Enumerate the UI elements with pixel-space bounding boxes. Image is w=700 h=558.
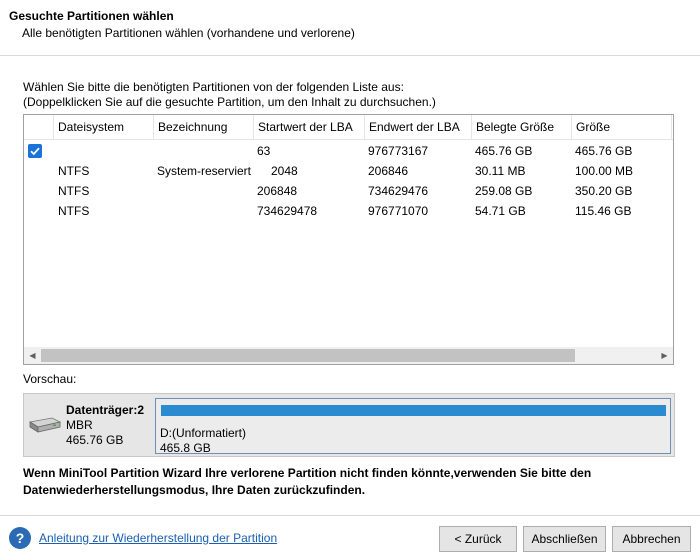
cell-used: 54.71 GB [475,204,526,218]
wizard-header: Gesuchte Partitionen wählen Alle benötig… [0,0,700,56]
cell-used: 30.11 MB [475,164,526,178]
cell-end-lba: 734629476 [368,184,429,198]
partition-label: D:(Unformatiert) [160,426,247,440]
page-title: Gesuchte Partitionen wählen [9,9,174,23]
cell-start-lba: 206848 [257,184,298,198]
cell-size: 100.00 MB [575,164,634,178]
table-row[interactable]: NTFS 734629478 976771070 54.71 GB 115.46… [24,201,673,221]
scroll-left-icon[interactable]: ◀ [24,347,41,364]
column-header-label[interactable]: Bezeichnung [154,115,254,140]
list-header: Dateisystem Bezeichnung Startwert der LB… [24,115,673,140]
column-header-filesystem[interactable]: Dateisystem [54,115,154,140]
footer-divider [0,515,700,516]
column-header-size[interactable]: Größe [572,115,672,140]
cancel-button[interactable]: Abbrechen [612,526,691,552]
instruction-line-1: Wählen Sie bitte die benötigten Partitio… [23,80,404,94]
cell-filesystem: NTFS [58,184,90,198]
column-header-used[interactable]: Belegte Größe [472,115,572,140]
cell-size: 465.76 GB [575,144,633,158]
partition-usage-bar [161,405,666,416]
cell-end-lba: 976771070 [368,204,429,218]
cell-label: System-reserviert [157,164,252,178]
scrollbar-thumb[interactable] [41,349,575,362]
header-checkbox-column[interactable] [24,115,54,140]
help-link[interactable]: Anleitung zur Wiederherstellung der Part… [39,531,277,545]
recovery-warning: Wenn MiniTool Partition Wizard Ihre verl… [23,466,592,497]
disk-type: MBR [66,418,93,432]
instruction-line-2: (Doppelklicken Sie auf die gesuchte Part… [23,95,436,109]
partition-list[interactable]: Dateisystem Bezeichnung Startwert der LB… [23,114,674,365]
cell-used: 259.08 GB [475,184,533,198]
table-row[interactable]: 63 976773167 465.76 GB 465.76 GB [24,141,673,161]
cell-size: 115.46 GB [575,204,632,218]
cell-filesystem: NTFS [58,204,90,218]
cell-start-lba: 2048 [271,164,298,178]
preview-label: Vorschau: [23,372,77,386]
back-button[interactable]: < Zurück [439,526,517,552]
table-row[interactable]: NTFS 206848 734629476 259.08 GB 350.20 G… [24,181,673,201]
disk-size: 465.76 GB [66,433,124,447]
cell-size: 350.20 GB [575,184,633,198]
column-header-end-lba[interactable]: Endwert der LBA [365,115,472,140]
partition-size: 465.8 GB [160,441,211,455]
table-row[interactable]: NTFS System-reserviert 2048 206846 30.11… [24,161,673,181]
cell-start-lba: 63 [257,144,271,158]
cell-end-lba: 976773167 [368,144,429,158]
question-icon[interactable]: ? [9,527,31,549]
hard-disk-icon [28,417,62,433]
cell-start-lba: 734629478 [257,204,318,218]
finish-button[interactable]: Abschließen [523,526,606,552]
disk-preview: Datenträger:2 MBR 465.76 GB D:(Unformati… [23,393,675,457]
check-icon [30,147,40,156]
partition-block[interactable]: D:(Unformatiert) 465.8 GB [155,398,671,455]
page-subtitle: Alle benötigten Partitionen wählen (vorh… [22,26,355,40]
horizontal-scrollbar[interactable]: ◀ ▶ [24,347,673,364]
column-header-start-lba[interactable]: Startwert der LBA [254,115,365,140]
disk-name: Datenträger:2 [66,403,145,417]
cell-end-lba: 206846 [368,164,409,178]
row-checkbox[interactable] [28,144,42,158]
scroll-right-icon[interactable]: ▶ [656,347,673,364]
cell-used: 465.76 GB [475,144,533,158]
cell-filesystem: NTFS [58,164,90,178]
